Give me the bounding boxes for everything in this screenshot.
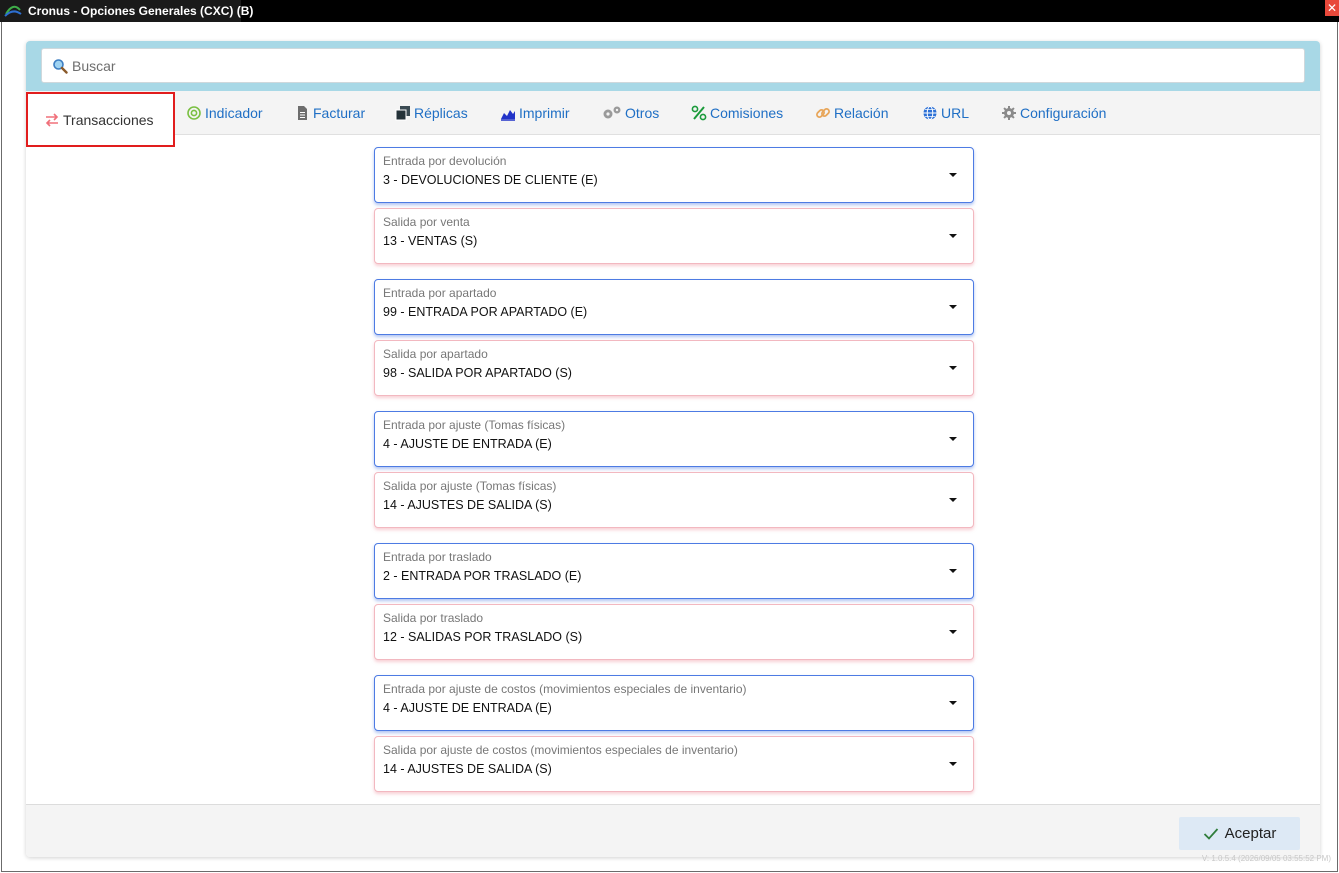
version-text: V: 1.0.5.4 (2026/09/05 03:55:52 PM): [1201, 854, 1331, 863]
tab-indicador[interactable]: Indicador: [186, 91, 263, 135]
tab-label: Comisiones: [710, 105, 784, 121]
field-label: Entrada por traslado: [383, 550, 492, 564]
search-bar: [26, 41, 1320, 91]
field-value: 14 - AJUSTES DE SALIDA (S): [383, 762, 552, 776]
tab-facturar[interactable]: Facturar: [294, 91, 365, 135]
transactions-form: Entrada por devolución 3 - DEVOLUCIONES …: [26, 136, 1320, 804]
tab-comisiones[interactable]: Comisiones: [691, 91, 783, 135]
select-salida-venta[interactable]: Salida por venta 13 - VENTAS (S): [374, 208, 974, 264]
field-value: 98 - SALIDA POR APARTADO (S): [383, 366, 572, 380]
field-label: Entrada por devolución: [383, 154, 507, 168]
chevron-down-icon[interactable]: [949, 498, 957, 502]
app-logo-icon: [4, 5, 22, 17]
window-body: Transacciones Indicador Facturar: [1, 22, 1338, 872]
tab-bar: Transacciones Indicador Facturar Réplica…: [26, 91, 1320, 147]
copy-icon: [395, 106, 410, 121]
tab-relacion[interactable]: Relación: [815, 91, 888, 135]
field-label: Entrada por apartado: [383, 286, 497, 300]
chevron-down-icon[interactable]: [949, 437, 957, 441]
search-input[interactable]: [72, 50, 1292, 81]
accept-label: Aceptar: [1224, 825, 1277, 842]
chevron-down-icon[interactable]: [949, 305, 957, 309]
field-value: 3 - DEVOLUCIONES DE CLIENTE (E): [383, 173, 598, 187]
options-panel: Transacciones Indicador Facturar: [26, 41, 1320, 857]
target-icon: [187, 106, 201, 120]
tab-label: Relación: [834, 105, 889, 121]
chevron-down-icon[interactable]: [949, 762, 957, 766]
select-salida-apartado[interactable]: Salida por apartado 98 - SALIDA POR APAR…: [374, 340, 974, 396]
tab-label: Indicador: [205, 105, 263, 121]
tab-label: Otros: [625, 105, 660, 121]
select-entrada-traslado[interactable]: Entrada por traslado 2 - ENTRADA POR TRA…: [374, 543, 974, 599]
percent-icon: [691, 105, 707, 121]
tab-url[interactable]: URL: [922, 91, 969, 135]
tab-otros[interactable]: Otros: [602, 91, 659, 135]
link-icon: [816, 108, 830, 118]
select-salida-ajuste-tomas[interactable]: Salida por ajuste (Tomas físicas) 14 - A…: [374, 472, 974, 528]
field-value: 14 - AJUSTES DE SALIDA (S): [383, 498, 552, 512]
search-icon: [53, 59, 68, 74]
gear-icon: [1002, 106, 1016, 120]
field-label: Entrada por ajuste (Tomas físicas): [383, 418, 566, 432]
tab-replicas[interactable]: Réplicas: [395, 91, 468, 135]
field-value: 4 - AJUSTE DE ENTRADA (E): [383, 437, 552, 451]
accept-button[interactable]: Aceptar: [1179, 817, 1300, 850]
select-entrada-ajuste-costos[interactable]: Entrada por ajuste de costos (movimiento…: [374, 675, 974, 731]
tab-imprimir[interactable]: Imprimir: [500, 91, 570, 135]
select-entrada-devolucion[interactable]: Entrada por devolución 3 - DEVOLUCIONES …: [374, 147, 974, 203]
chevron-down-icon[interactable]: [949, 630, 957, 634]
field-value: 99 - ENTRADA POR APARTADO (E): [383, 305, 588, 319]
search-box[interactable]: [41, 48, 1305, 83]
field-label: Salida por venta: [383, 215, 470, 229]
field-value: 2 - ENTRADA POR TRASLADO (E): [383, 569, 582, 583]
globe-icon: [923, 106, 937, 120]
window-title: Cronus - Opciones Generales (CXC) (B): [28, 4, 254, 18]
tab-label: Facturar: [313, 105, 366, 121]
select-salida-ajuste-costos[interactable]: Salida por ajuste de costos (movimientos…: [374, 736, 974, 792]
field-value: 13 - VENTAS (S): [383, 234, 478, 248]
document-icon: [298, 106, 307, 120]
tab-label: Configuración: [1020, 105, 1107, 121]
select-salida-traslado[interactable]: Salida por traslado 12 - SALIDAS POR TRA…: [374, 604, 974, 660]
chevron-down-icon[interactable]: [949, 173, 957, 177]
field-value: 12 - SALIDAS POR TRASLADO (S): [383, 630, 583, 644]
tab-label: Réplicas: [414, 105, 468, 121]
check-icon: [1203, 827, 1218, 840]
close-button[interactable]: ✕: [1325, 0, 1339, 16]
field-value: 4 - AJUSTE DE ENTRADA (E): [383, 701, 552, 715]
field-label: Salida por apartado: [383, 347, 488, 361]
select-entrada-apartado[interactable]: Entrada por apartado 99 - ENTRADA POR AP…: [374, 279, 974, 335]
close-icon[interactable]: ✕: [1327, 1, 1337, 15]
window-titlebar: Cronus - Opciones Generales (CXC) (B) ✕: [0, 0, 1339, 22]
chevron-down-icon[interactable]: [949, 366, 957, 370]
area-chart-icon: [501, 110, 515, 121]
gears-icon: [603, 106, 621, 119]
tab-label: Transacciones: [63, 111, 154, 128]
tab-label: URL: [941, 105, 970, 121]
tab-label: Imprimir: [519, 105, 570, 121]
field-label: Salida por ajuste de costos (movimientos…: [383, 743, 738, 757]
field-label: Salida por ajuste (Tomas físicas): [383, 479, 557, 493]
field-label: Entrada por ajuste de costos (movimiento…: [383, 682, 747, 696]
field-label: Salida por traslado: [383, 611, 484, 625]
select-entrada-ajuste-tomas[interactable]: Entrada por ajuste (Tomas físicas) 4 - A…: [374, 411, 974, 467]
chevron-down-icon[interactable]: [949, 234, 957, 238]
swap-icon: [45, 112, 59, 127]
tab-configuracion[interactable]: Configuración: [1001, 91, 1106, 135]
chevron-down-icon[interactable]: [949, 701, 957, 705]
dialog-footer: Aceptar: [26, 804, 1320, 857]
chevron-down-icon[interactable]: [949, 569, 957, 573]
